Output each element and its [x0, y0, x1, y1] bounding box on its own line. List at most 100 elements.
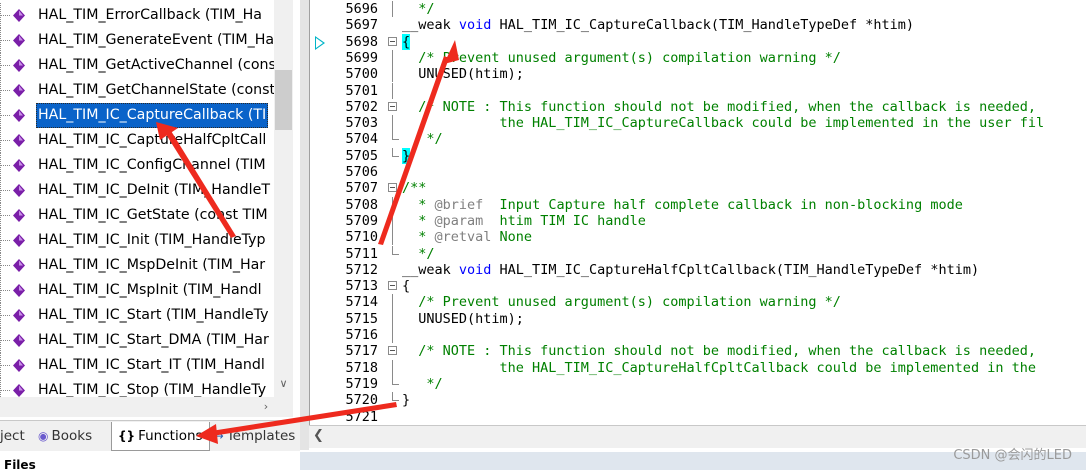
line-number: 5697: [345, 17, 378, 34]
line-number: 5711: [345, 245, 378, 262]
braces-icon: {}: [118, 429, 136, 443]
fold-toggle-icon[interactable]: [388, 183, 397, 193]
function-name: HAL_TIM_IC_Start_IT (TIM_Handl: [38, 357, 265, 373]
fold-guide: [392, 359, 393, 376]
code-line[interactable]: 5701: [310, 82, 1086, 99]
function-list-item[interactable]: HAL_TIM_IC_Init (TIM_HandleTyp: [0, 228, 274, 253]
tab-templates[interactable]: 0→ Templates: [206, 424, 295, 448]
function-list-item[interactable]: HAL_TIM_IC_ConfigChannel (TIM: [0, 153, 274, 178]
fold-toggle-icon[interactable]: [388, 101, 397, 111]
code-line[interactable]: 5707 /**: [310, 180, 1086, 196]
code-line[interactable]: 5699 /* Prevent unused argument(s) compi…: [310, 49, 1086, 67]
line-number: 5719: [345, 375, 378, 392]
code-line[interactable]: 5718 the HAL_TIM_IC_CaptureHalfCpltCallb…: [310, 359, 1086, 376]
code-line[interactable]: 5696 */: [310, 1, 1086, 18]
code-line[interactable]: 5703 the HAL_TIM_IC_CaptureCallback coul…: [310, 115, 1086, 132]
function-list-item[interactable]: HAL_TIM_IC_Start_IT (TIM_Handl: [0, 353, 274, 378]
tab-functions[interactable]: {} Functions: [111, 422, 210, 451]
tab-books[interactable]: ◉ Books: [38, 424, 92, 448]
fold-guide: [392, 49, 393, 67]
function-icon: [13, 209, 25, 222]
code-line[interactable]: 5700 UNUSED(htim);: [310, 66, 1086, 83]
code-line[interactable]: 5706: [310, 164, 1086, 180]
line-number: 5700: [345, 66, 378, 83]
fold-toggle-icon[interactable]: [388, 346, 397, 356]
code-line[interactable]: 5704 */: [310, 131, 1086, 147]
code-line[interactable]: 5717 /* NOTE : This function should not …: [310, 343, 1086, 359]
vertical-scrollbar[interactable]: ∨: [274, 0, 293, 397]
code-line[interactable]: 5713 {: [310, 278, 1086, 294]
code-line[interactable]: 5719 */: [310, 375, 1086, 392]
code-line[interactable]: 5705}: [310, 147, 1086, 164]
fold-toggle-icon[interactable]: [388, 36, 397, 46]
tree-connector: [0, 190, 10, 191]
code-line[interactable]: 5711 */: [310, 245, 1086, 262]
function-list-item[interactable]: HAL_TIM_IC_Start_DMA (TIM_Har: [0, 328, 274, 353]
scrollbar-thumb[interactable]: [275, 70, 292, 130]
tab-project-label: ject: [0, 428, 25, 444]
function-list-item[interactable]: HAL_TIM_IC_GetState (const TIM: [0, 203, 274, 228]
line-number: 5696: [345, 1, 378, 17]
function-list-item[interactable]: HAL_TIM_IC_MspDeInit (TIM_Har: [0, 253, 274, 278]
tree-connector: [0, 290, 10, 291]
function-icon: [13, 309, 25, 322]
code-text: the HAL_TIM_IC_CaptureCallback could be …: [402, 115, 1045, 132]
code-text: {: [402, 33, 411, 50]
code-text: * @param htim TIM IC handle: [402, 212, 646, 229]
tree-connector: [0, 15, 10, 16]
line-number: 5714: [345, 294, 378, 311]
fold-guide: [392, 66, 393, 83]
code-line[interactable]: 5715 UNUSED(htim);: [310, 310, 1086, 327]
scroll-right-icon[interactable]: ›: [257, 397, 275, 417]
code-line[interactable]: 5716: [310, 327, 1086, 344]
function-list-item[interactable]: HAL_TIM_IC_CaptureHalfCpltCall: [0, 128, 274, 153]
fold-guide: [392, 327, 393, 344]
tree-connector: [0, 90, 10, 91]
tree-connector: [0, 390, 10, 391]
function-name: HAL_TIM_IC_Init (TIM_HandleTyp: [38, 232, 266, 248]
function-list-item[interactable]: HAL_TIM_IC_DeInit (TIM_HandleT: [0, 178, 274, 203]
tab-books-label: Books: [51, 428, 93, 444]
code-text: /**: [402, 180, 427, 197]
code-line[interactable]: 5702 /* NOTE : This function should not …: [310, 99, 1086, 115]
code-line[interactable]: 5721: [310, 409, 1086, 425]
function-name: HAL_TIM_GetActiveChannel (cons: [38, 57, 274, 73]
function-list: HAL_TIM_ErrorCallback (TIM_Ha HAL_TIM_Gen…: [0, 3, 274, 397]
code-editor[interactable]: 5696 */5697 __weak void HAL_TIM_IC_Captur…: [309, 0, 1086, 425]
line-number: 5703: [345, 115, 378, 132]
function-name: HAL_TIM_IC_Start (TIM_HandleTy: [38, 307, 269, 323]
code-line[interactable]: 5697 __weak void HAL_TIM_IC_CaptureCallba…: [310, 17, 1086, 33]
fold-guide: [392, 229, 393, 246]
line-number: 5721: [345, 408, 378, 425]
function-list-item[interactable]: HAL_TIM_GetActiveChannel (cons: [0, 53, 274, 78]
scroll-down-icon[interactable]: ∨: [274, 373, 293, 395]
code-line[interactable]: 5714 /* Prevent unused argument(s) compi…: [310, 294, 1086, 311]
code-line[interactable]: 5708 * @brief Input Capture half complet…: [310, 196, 1086, 213]
code-line[interactable]: 5710 * @retval None: [310, 229, 1086, 246]
code-line[interactable]: 5712 __weak void HAL_TIM_IC_CaptureHalfCp…: [310, 262, 1086, 278]
panel-splitter[interactable]: [300, 0, 309, 450]
tab-project[interactable]: ject: [0, 424, 25, 448]
code-line[interactable]: 5720}: [310, 392, 1086, 408]
line-number: 5715: [345, 310, 378, 327]
function-icon: [13, 134, 25, 147]
function-list-item[interactable]: HAL_TIM_GetChannelState (const: [0, 78, 274, 103]
code-line[interactable]: 5709 * @param htim TIM IC handle: [310, 212, 1086, 230]
horizontal-scrollbar[interactable]: ›: [0, 397, 293, 417]
function-icon: [13, 59, 25, 72]
function-list-item[interactable]: HAL_TIM_IC_CaptureCallback (TI: [0, 103, 274, 128]
function-list-item[interactable]: HAL_TIM_IC_Start (TIM_HandleTy: [0, 303, 274, 328]
scroll-left-icon[interactable]: ❮: [313, 428, 324, 443]
fold-toggle-icon[interactable]: [388, 281, 397, 291]
function-icon: [13, 159, 25, 172]
code-line[interactable]: 5698 {: [310, 33, 1086, 50]
function-icon: [13, 234, 25, 247]
function-list-item[interactable]: HAL_TIM_ErrorCallback (TIM_Ha: [0, 3, 274, 28]
function-name: HAL_TIM_GetChannelState (const: [38, 82, 274, 98]
function-list-item[interactable]: HAL_TIM_GenerateEvent (TIM_Ha: [0, 28, 274, 53]
templates-icon: 0→: [206, 429, 224, 443]
function-list-item[interactable]: HAL_TIM_IC_MspInit (TIM_Handl: [0, 278, 274, 303]
code-text: */: [402, 131, 443, 148]
function-list-item[interactable]: HAL_TIM_IC_Stop (TIM_HandleTy: [0, 378, 274, 397]
tab-templates-label: Templates: [226, 428, 296, 444]
